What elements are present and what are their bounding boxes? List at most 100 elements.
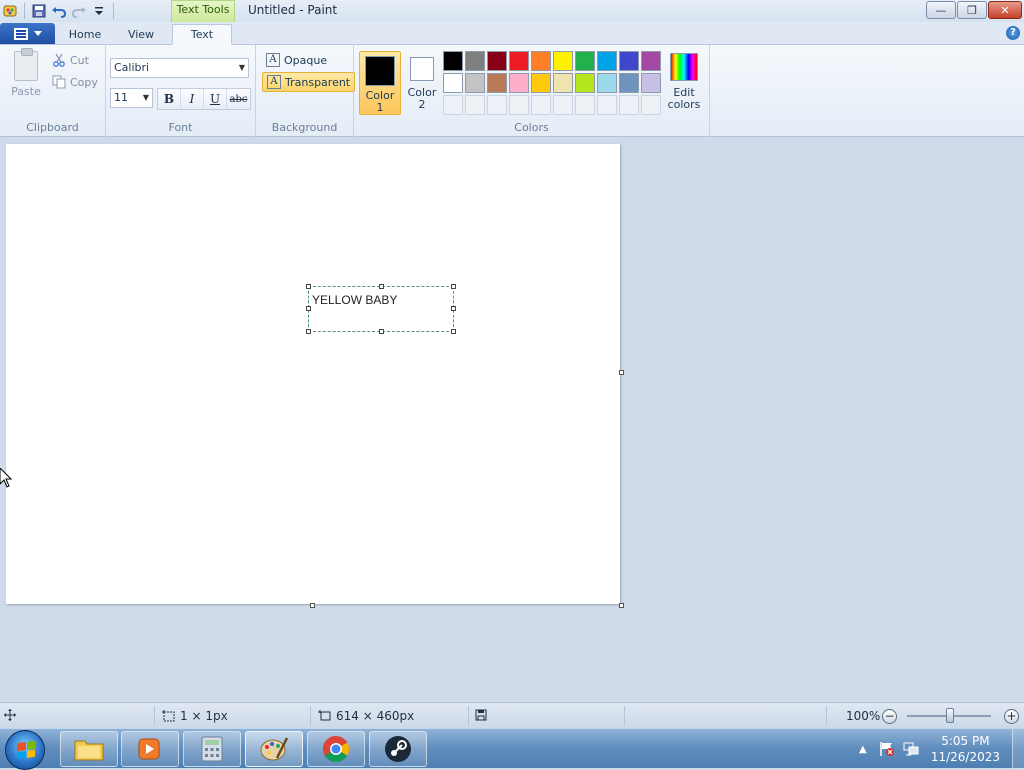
- paste-icon: [14, 48, 38, 81]
- clock-date: 11/26/2023: [930, 750, 1000, 764]
- color-1-button[interactable]: Color 1: [359, 51, 401, 115]
- copy-button[interactable]: Copy: [52, 75, 98, 89]
- font-group-label: Font: [168, 121, 193, 134]
- palette-swatch[interactable]: [531, 73, 551, 93]
- strikethrough-button[interactable]: abc: [227, 89, 250, 109]
- zoom-in-button[interactable]: +: [1004, 709, 1019, 724]
- redo-icon[interactable]: [69, 1, 89, 21]
- minimize-button[interactable]: —: [926, 1, 956, 19]
- canvas-resize-handle-right[interactable]: [619, 370, 624, 375]
- network-icon[interactable]: [902, 740, 920, 758]
- save-icon[interactable]: [29, 1, 49, 21]
- cut-button[interactable]: Cut: [52, 53, 89, 67]
- bold-button[interactable]: B: [158, 89, 181, 109]
- text-box-handle-n[interactable]: [379, 284, 384, 289]
- palette-swatch[interactable]: [443, 73, 463, 93]
- media-player-icon: [138, 738, 160, 760]
- color-2-label-line2: 2: [418, 98, 426, 111]
- custom-color-slot[interactable]: [487, 95, 507, 115]
- palette-swatch[interactable]: [465, 51, 485, 71]
- status-separator: [310, 706, 311, 726]
- text-box-handle-e[interactable]: [451, 306, 456, 311]
- tab-home[interactable]: Home: [62, 25, 108, 45]
- zoom-out-button[interactable]: −: [882, 709, 897, 724]
- palette-swatch[interactable]: [597, 73, 617, 93]
- palette-swatch[interactable]: [619, 51, 639, 71]
- opaque-button[interactable]: A Opaque: [262, 50, 331, 70]
- text-box[interactable]: YELLOW BABY: [306, 284, 456, 334]
- paint-app-icon[interactable]: [0, 1, 20, 21]
- taskbar-file-explorer[interactable]: [60, 731, 118, 767]
- transparent-button[interactable]: A Transparent: [262, 72, 356, 92]
- palette-swatch[interactable]: [575, 51, 595, 71]
- taskbar-steam[interactable]: [369, 731, 427, 767]
- restore-button[interactable]: ❐: [957, 1, 987, 19]
- palette-swatch[interactable]: [553, 73, 573, 93]
- custom-color-slot[interactable]: [443, 95, 463, 115]
- text-box-handle-s[interactable]: [379, 329, 384, 334]
- close-button[interactable]: ✕: [988, 1, 1022, 19]
- custom-color-slot[interactable]: [641, 95, 661, 115]
- text-box-handle-sw[interactable]: [306, 329, 311, 334]
- title-bar: Text Tools Untitled - Paint — ❐ ✕: [0, 0, 1024, 22]
- palette-swatch[interactable]: [509, 73, 529, 93]
- palette-swatch[interactable]: [487, 73, 507, 93]
- taskbar-chrome[interactable]: [307, 731, 365, 767]
- start-button[interactable]: [5, 730, 45, 770]
- custom-color-slot[interactable]: [531, 95, 551, 115]
- zoom-slider-thumb[interactable]: [946, 708, 954, 723]
- palette-swatch[interactable]: [509, 51, 529, 71]
- palette-swatch[interactable]: [553, 51, 573, 71]
- text-box-handle-se[interactable]: [451, 329, 456, 334]
- edit-colors-button[interactable]: Edit colors: [664, 51, 704, 111]
- system-clock[interactable]: 5:05 PM 11/26/2023: [923, 733, 1012, 765]
- steam-icon: [385, 736, 411, 762]
- text-box-handle-nw[interactable]: [306, 284, 311, 289]
- tab-text[interactable]: Text: [172, 24, 232, 45]
- canvas-workspace[interactable]: YELLOW BABY: [0, 138, 1024, 701]
- palette-swatch[interactable]: [641, 51, 661, 71]
- palette-swatch[interactable]: [487, 51, 507, 71]
- color-2-button[interactable]: Color 2: [401, 51, 443, 115]
- palette-swatch[interactable]: [597, 51, 617, 71]
- text-box-handle-w[interactable]: [306, 306, 311, 311]
- text-box-handle-ne[interactable]: [451, 284, 456, 289]
- italic-button[interactable]: I: [181, 89, 204, 109]
- paint-palette-icon: [260, 737, 289, 761]
- paste-button[interactable]: Paste: [6, 48, 46, 105]
- custom-color-slot[interactable]: [553, 95, 573, 115]
- taskbar-media-player[interactable]: [121, 731, 179, 767]
- palette-swatch[interactable]: [619, 73, 639, 93]
- text-box-content[interactable]: YELLOW BABY: [312, 293, 397, 307]
- palette-swatch[interactable]: [575, 73, 595, 93]
- action-center-flag-icon[interactable]: [878, 740, 896, 758]
- palette-swatch[interactable]: [641, 73, 661, 93]
- text-tools-context-tab: Text Tools: [171, 0, 235, 22]
- palette-swatch[interactable]: [443, 51, 463, 71]
- palette-swatch[interactable]: [465, 73, 485, 93]
- font-size-select[interactable]: 11 ▼: [110, 88, 153, 108]
- show-hidden-icons-icon[interactable]: ▲: [854, 740, 872, 758]
- tab-view[interactable]: View: [118, 25, 164, 45]
- taskbar-calculator[interactable]: [183, 731, 241, 767]
- canvas-resize-handle-bottom[interactable]: [310, 603, 315, 608]
- custom-color-slot[interactable]: [597, 95, 617, 115]
- custom-color-slot[interactable]: [465, 95, 485, 115]
- canvas-resize-handle-corner[interactable]: [619, 603, 624, 608]
- chevron-down-icon: [33, 30, 42, 36]
- custom-color-slot[interactable]: [509, 95, 529, 115]
- font-family-select[interactable]: Calibri ▼: [110, 58, 249, 78]
- window-title: Untitled - Paint: [248, 3, 338, 17]
- drawing-canvas[interactable]: YELLOW BABY: [6, 144, 620, 604]
- undo-icon[interactable]: [49, 1, 69, 21]
- paint-menu-button[interactable]: [0, 23, 55, 44]
- underline-button[interactable]: U: [204, 89, 227, 109]
- text-format-toolbar: B I U abc: [157, 88, 251, 110]
- customize-qat-icon[interactable]: [89, 1, 109, 21]
- custom-color-slot[interactable]: [619, 95, 639, 115]
- help-icon[interactable]: ?: [1006, 26, 1020, 40]
- custom-color-slot[interactable]: [575, 95, 595, 115]
- taskbar-paint[interactable]: [245, 731, 303, 767]
- palette-swatch[interactable]: [531, 51, 551, 71]
- show-desktop-button[interactable]: [1012, 729, 1024, 769]
